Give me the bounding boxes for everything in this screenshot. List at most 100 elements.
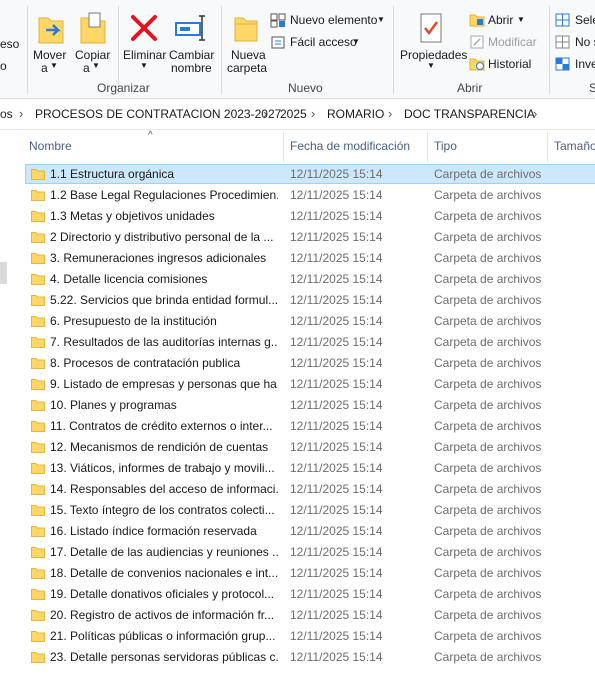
column-header-date[interactable]: Fecha de modificación [290,139,410,153]
folder-icon [31,169,45,180]
column-header-size[interactable]: Tamaño [554,139,595,153]
open-group-label: Abrir [457,81,483,95]
file-row[interactable]: 1.2 Base Legal Regulaciones Procedimien.… [0,185,595,206]
file-row[interactable]: 3. Remuneraciones ingresos adicionales 12… [0,248,595,269]
new-item-button[interactable]: Nuevo elemento ▼ [270,12,386,30]
file-type: Carpeta de archivos [434,272,542,286]
file-date: 12/11/2025 15:14 [290,629,383,643]
chevron-right-icon[interactable]: › [19,106,23,121]
file-type: Carpeta de archivos [434,629,542,643]
file-type: Carpeta de archivos [434,314,542,328]
chevron-right-icon[interactable]: › [263,106,267,121]
file-name: 9. Listado de empresas y personas que ha… [50,377,278,391]
file-row[interactable]: 16. Listado índice formación reservada 12… [0,521,595,542]
easy-access-label: Fácil acceso [290,35,357,49]
ribbon-separator [27,6,28,94]
select-none-button[interactable]: No s [555,34,595,52]
column-header-type[interactable]: Tipo [434,139,457,153]
breadcrumb-item[interactable]: ROMARIO [327,107,384,121]
chevron-right-icon[interactable]: › [311,106,315,121]
history-label: Historial [488,57,532,71]
file-name: 5.22. Servicios que brinda entidad formu… [50,293,278,307]
edit-button[interactable]: Modificar [469,34,545,52]
file-date: 12/11/2025 15:14 [290,587,383,601]
file-row[interactable]: 15. Texto íntegro de los contratos colec… [0,500,595,521]
new-folder-label: Nueva [231,48,266,62]
sort-ascending-icon: ^ [148,130,153,141]
file-type: Carpeta de archivos [434,419,542,433]
file-row[interactable]: 20. Registro de activos de información f… [0,605,595,626]
clipped-ribbon-text: o [0,59,7,73]
edit-label: Modificar [488,35,537,49]
file-name: 21. Políticas públicas o información gru… [50,629,276,643]
file-row[interactable]: 5.22. Servicios que brinda entidad formu… [0,290,595,311]
new-folder-button[interactable]: Nueva carpeta [224,8,270,78]
breadcrumb-item[interactable]: os [0,107,13,121]
history-button[interactable]: Historial [469,56,545,74]
easy-access-button[interactable]: Fácil acceso ▼ [270,34,370,52]
column-divider[interactable] [427,132,428,162]
file-date: 12/11/2025 15:14 [290,566,383,580]
file-type: Carpeta de archivos [434,230,542,244]
file-row[interactable]: 21. Políticas públicas o información gru… [0,626,595,647]
address-bar[interactable]: os › PROCESOS DE CONTRATACION 2023-2027 … [0,99,595,130]
folder-icon [31,610,45,621]
chevron-right-icon[interactable]: › [533,106,537,121]
file-type: Carpeta de archivos [434,461,542,475]
file-row[interactable]: 11. Contratos de crédito externos o inte… [0,416,595,437]
file-row[interactable]: 12. Mecanismos de rendición de cuentas 12… [0,437,595,458]
file-row[interactable]: 1.1 Estructura orgánica 12/11/2025 15:14 C… [0,164,595,185]
file-row[interactable]: 4. Detalle licencia comisiones 12/11/2025… [0,269,595,290]
chevron-down-icon: ▼ [140,61,148,70]
column-divider[interactable] [547,132,548,162]
file-row[interactable]: 7. Resultados de las auditorías internas… [0,332,595,353]
file-date: 12/11/2025 15:14 [290,482,383,496]
invert-selection-label: Inve [575,57,595,71]
chevron-right-icon[interactable]: › [388,106,392,121]
folder-icon [31,295,45,306]
invert-selection-button[interactable]: Inve [555,56,595,74]
breadcrumb-item[interactable]: DOC TRANSPARENCIA [404,107,535,121]
file-row[interactable]: 8. Procesos de contratación publica 12/11… [0,353,595,374]
ribbon-separator [393,6,394,94]
properties-button[interactable]: Propiedades ▼ [397,8,467,78]
chevron-down-icon: ▼ [92,61,100,70]
file-type: Carpeta de archivos [434,356,542,370]
rename-label: nombre [171,61,212,75]
ribbon-separator [549,6,550,94]
file-row[interactable]: 10. Planes y programas 12/11/2025 15:14 Ca… [0,395,595,416]
new-item-label: Nuevo elemento [290,13,378,27]
breadcrumb-item[interactable]: 2025 [280,107,307,121]
file-type: Carpeta de archivos [434,503,542,517]
file-row[interactable]: 6. Presupuesto de la institución 12/11/20… [0,311,595,332]
file-row[interactable]: 17. Detalle de las audiencias y reunione… [0,542,595,563]
file-date: 12/11/2025 15:14 [290,440,383,454]
file-date: 12/11/2025 15:14 [290,188,383,202]
select-all-button[interactable]: Sele [555,12,595,30]
file-row[interactable]: 23. Detalle personas servidoras públicas… [0,647,595,668]
file-type: Carpeta de archivos [434,587,542,601]
column-divider[interactable] [283,132,284,162]
new-folder-icon [234,17,258,42]
select-all-label: Sele [575,13,595,27]
clipped-ribbon-text: eso [0,37,20,51]
rename-button[interactable]: Cambiar nombre [168,8,214,78]
copy-to-button[interactable]: Copiar a ▼ [72,8,112,78]
file-row[interactable]: 1.3 Metas y objetivos unidades 12/11/2025… [0,206,595,227]
edit-icon [470,35,484,49]
file-type: Carpeta de archivos [434,524,542,538]
delete-icon [131,15,157,41]
file-row[interactable]: 2 Directorio y distributivo personal de … [0,227,595,248]
column-header-name[interactable]: Nombre [29,139,72,153]
file-row[interactable]: 19. Detalle donativos oficiales y protoc… [0,584,595,605]
move-to-button[interactable]: Mover a ▼ [30,8,70,78]
file-row[interactable]: 13. Viáticos, informes de trabajo y movi… [0,458,595,479]
open-button[interactable]: Abrir ▼ [469,12,539,30]
delete-button[interactable]: Eliminar ▼ [121,8,167,78]
file-row[interactable]: 18. Detalle de convenios nacionales e in… [0,563,595,584]
file-row[interactable]: 14. Responsables del acceso de informaci… [0,479,595,500]
file-name: 3. Remuneraciones ingresos adicionales [50,251,267,265]
breadcrumb-item[interactable]: PROCESOS DE CONTRATACION 2023-2027 [35,107,281,121]
file-row[interactable]: 9. Listado de empresas y personas que ha… [0,374,595,395]
chevron-down-icon: ▼ [517,15,525,24]
